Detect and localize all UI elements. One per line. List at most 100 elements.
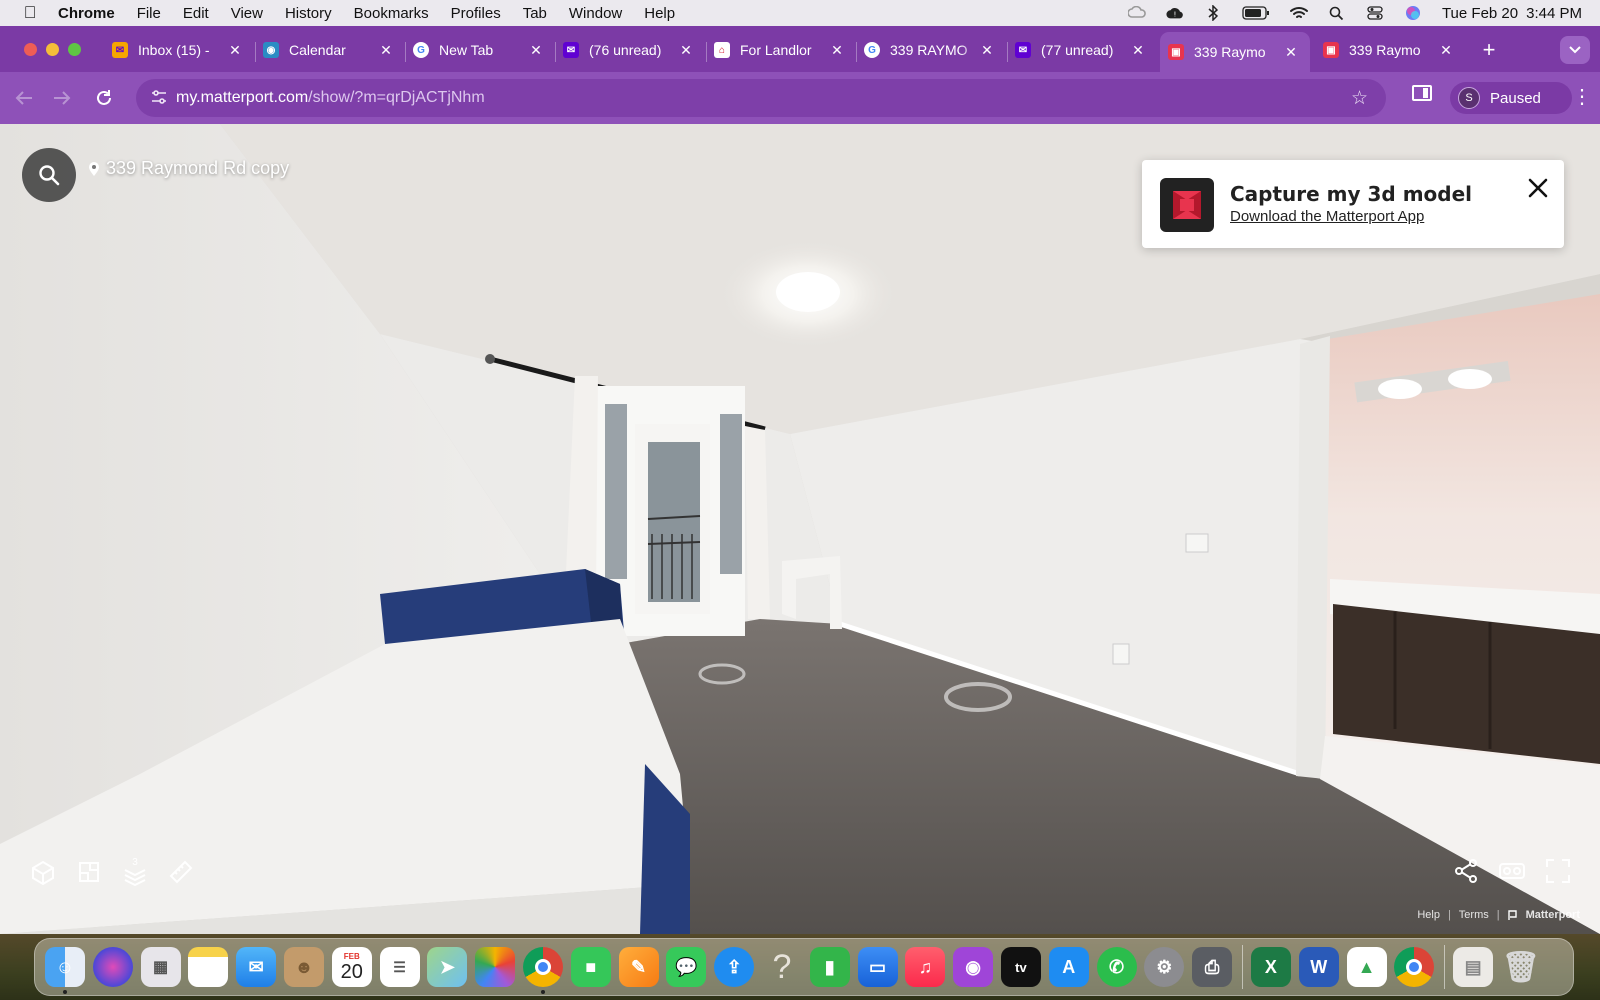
google-drive-icon[interactable]: ▲ bbox=[1346, 947, 1387, 987]
side-panel-icon[interactable] bbox=[1412, 85, 1432, 101]
profile-button[interactable]: S Paused bbox=[1450, 82, 1572, 114]
tab-title: Calendar bbox=[289, 42, 346, 58]
matterport-3d-viewer[interactable]: 339 Raymond Rd copy Capture my 3d model … bbox=[0, 124, 1600, 934]
excel-icon[interactable]: X bbox=[1250, 947, 1291, 987]
menu-tab[interactable]: Tab bbox=[523, 5, 547, 22]
tab-close-icon[interactable]: ✕ bbox=[377, 42, 395, 59]
reload-button[interactable] bbox=[90, 84, 118, 112]
measure-tool-button[interactable] bbox=[168, 859, 194, 885]
creative-cloud-icon[interactable] bbox=[1127, 5, 1146, 21]
close-promo-button[interactable] bbox=[1526, 176, 1550, 200]
music-icon[interactable]: ♫ bbox=[905, 947, 946, 987]
wifi-icon[interactable] bbox=[1289, 5, 1308, 21]
menu-clock[interactable]: Tue Feb 20 3:44 PM bbox=[1442, 5, 1582, 22]
tab-google-search[interactable]: G 339 RAYMO ✕ bbox=[856, 32, 1006, 68]
finder-icon[interactable]: ☺ bbox=[45, 947, 85, 994]
siri-app-icon[interactable] bbox=[92, 947, 133, 987]
siri-icon[interactable] bbox=[1404, 5, 1422, 21]
icloud-drive-icon[interactable]: ⇪ bbox=[714, 947, 755, 987]
tab-close-icon[interactable]: ✕ bbox=[527, 42, 545, 59]
system-settings-icon[interactable]: ⚙ bbox=[1144, 947, 1185, 987]
share-button[interactable] bbox=[1452, 857, 1480, 885]
menu-history[interactable]: History bbox=[285, 5, 332, 22]
vr-mode-button[interactable] bbox=[1498, 857, 1526, 885]
dollhouse-view-button[interactable] bbox=[30, 859, 56, 885]
zoom-window-button[interactable] bbox=[68, 43, 81, 56]
menu-help[interactable]: Help bbox=[644, 5, 675, 22]
back-button[interactable] bbox=[10, 84, 38, 112]
chrome-menu-icon[interactable]: ⋮ bbox=[1572, 84, 1592, 110]
apple-tv-icon[interactable]: tv bbox=[1000, 947, 1041, 987]
tab-new-tab[interactable]: G New Tab ✕ bbox=[405, 32, 555, 68]
tab-matterport[interactable]: ▣ 339 Raymo ✕ bbox=[1315, 32, 1465, 68]
documents-folder-icon[interactable]: ▤ bbox=[1453, 947, 1494, 987]
icloud-icon[interactable]: ! bbox=[1166, 5, 1184, 21]
tab-close-icon[interactable]: ✕ bbox=[1437, 42, 1455, 59]
menu-window[interactable]: Window bbox=[569, 5, 622, 22]
menu-app-name[interactable]: Chrome bbox=[58, 5, 115, 22]
battery-icon[interactable] bbox=[1242, 5, 1270, 21]
tab-close-icon[interactable]: ✕ bbox=[226, 42, 244, 59]
menu-file[interactable]: File bbox=[137, 5, 161, 22]
chrome-icon[interactable] bbox=[522, 947, 563, 994]
tab-inbox[interactable]: ✉ Inbox (15) - ✕ bbox=[104, 32, 254, 68]
apple-menu-icon[interactable]:  bbox=[20, 3, 40, 23]
menu-bookmarks[interactable]: Bookmarks bbox=[354, 5, 429, 22]
tab-matterport-active[interactable]: ▣ 339 Raymo ✕ bbox=[1160, 32, 1310, 72]
help-link[interactable]: Help bbox=[1417, 909, 1440, 921]
launchpad-icon[interactable]: ▦ bbox=[140, 947, 181, 987]
search-button[interactable] bbox=[22, 148, 76, 202]
tab-calendar[interactable]: ◉ Calendar ✕ bbox=[255, 32, 405, 68]
app-store-icon[interactable]: A bbox=[1048, 947, 1089, 987]
printer-icon[interactable]: ⎙ bbox=[1192, 947, 1233, 987]
tab-for-landlords[interactable]: ⌂ For Landlor ✕ bbox=[706, 32, 856, 68]
minimize-window-button[interactable] bbox=[46, 43, 59, 56]
avatar: S bbox=[1458, 87, 1480, 109]
control-center-icon[interactable] bbox=[1366, 5, 1384, 21]
facetime-icon[interactable]: ■ bbox=[570, 947, 611, 987]
footer-divider: | bbox=[1496, 909, 1500, 921]
tab-close-icon[interactable]: ✕ bbox=[1129, 42, 1147, 59]
tab-close-icon[interactable]: ✕ bbox=[1282, 44, 1300, 61]
menu-profiles[interactable]: Profiles bbox=[451, 5, 501, 22]
whatsapp-icon[interactable]: ✆ bbox=[1096, 947, 1137, 987]
floor-selector-button[interactable]: 3 bbox=[122, 857, 148, 886]
tab-search-button[interactable] bbox=[1560, 36, 1590, 64]
menu-view[interactable]: View bbox=[231, 5, 263, 22]
terms-link[interactable]: Terms bbox=[1459, 909, 1489, 921]
tab-close-icon[interactable]: ✕ bbox=[978, 42, 996, 59]
keynote-icon[interactable]: ▭ bbox=[857, 947, 898, 987]
tab-mail-77-unread[interactable]: ✉ (77 unread) ✕ bbox=[1007, 32, 1157, 68]
photos-icon[interactable] bbox=[475, 947, 516, 987]
new-tab-button[interactable]: + bbox=[1477, 38, 1501, 62]
help-icon[interactable]: ? bbox=[762, 947, 802, 987]
fullscreen-button[interactable] bbox=[1544, 857, 1572, 885]
word-icon[interactable]: W bbox=[1298, 947, 1339, 987]
address-bar[interactable]: my.matterport.com/show/?m=qrDjACTjNhm ☆ bbox=[136, 79, 1386, 117]
calendar-app-icon[interactable]: FEB 20 bbox=[331, 947, 372, 987]
floorplan-view-button[interactable] bbox=[76, 859, 102, 885]
tab-close-icon[interactable]: ✕ bbox=[828, 42, 846, 59]
close-window-button[interactable] bbox=[24, 43, 37, 56]
reminders-icon[interactable]: ☰ bbox=[379, 947, 420, 987]
download-app-link[interactable]: Download the Matterport App bbox=[1230, 208, 1424, 225]
maps-icon[interactable]: ➤ bbox=[427, 947, 468, 987]
forward-button[interactable] bbox=[48, 84, 76, 112]
mail-icon[interactable]: ✉ bbox=[236, 947, 277, 987]
menu-edit[interactable]: Edit bbox=[183, 5, 209, 22]
matterport-link[interactable]: Matterport bbox=[1526, 909, 1580, 921]
contacts-icon[interactable]: ☻ bbox=[283, 947, 324, 987]
pages-icon[interactable]: ✎ bbox=[618, 947, 659, 987]
site-info-icon[interactable] bbox=[142, 89, 176, 107]
spotlight-icon[interactable] bbox=[1328, 5, 1346, 21]
podcasts-icon[interactable]: ◉ bbox=[953, 947, 994, 987]
numbers-icon[interactable]: ▮ bbox=[809, 947, 850, 987]
tab-close-icon[interactable]: ✕ bbox=[677, 42, 695, 59]
bluetooth-icon[interactable] bbox=[1204, 5, 1222, 21]
bookmark-star-icon[interactable]: ☆ bbox=[1351, 87, 1368, 110]
trash-icon[interactable]: 🗑 bbox=[1501, 947, 1541, 987]
chrome-profile-icon[interactable] bbox=[1394, 947, 1435, 987]
tab-mail-76-unread[interactable]: ✉ (76 unread) ✕ bbox=[555, 32, 705, 68]
notes-icon[interactable] bbox=[188, 947, 229, 987]
messages-icon[interactable]: 💬 bbox=[666, 947, 707, 987]
